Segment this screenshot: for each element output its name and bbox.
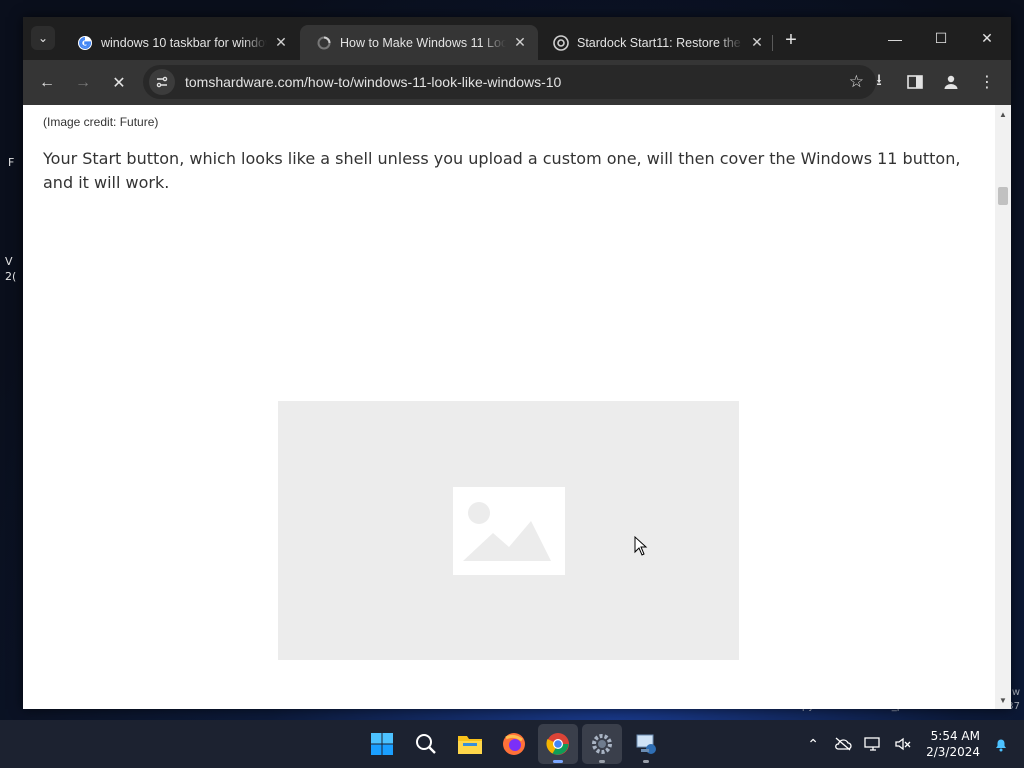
menu-button[interactable]: ⋮ — [971, 66, 1003, 98]
firefox-icon — [503, 733, 525, 755]
download-icon: ⭳ — [876, 71, 882, 89]
side-panel-icon — [907, 75, 923, 89]
running-indicator — [553, 760, 563, 763]
browser-toolbar: ← → ✕ tomshardware.com/how-to/windows-11… — [23, 60, 1011, 105]
chrome-taskbar-button[interactable] — [538, 724, 578, 764]
stop-loading-button[interactable]: ✕ — [103, 67, 135, 99]
notifications-button[interactable] — [986, 729, 1016, 759]
minimize-icon: — — [888, 30, 902, 47]
tab-strip: ⌄ windows 10 taskbar for windows 11 ✕ Ho… — [23, 17, 1011, 60]
firefox-button[interactable] — [494, 724, 534, 764]
minimize-button[interactable]: — — [872, 17, 918, 60]
mouse-cursor-icon — [634, 536, 648, 556]
start-button[interactable] — [362, 724, 402, 764]
network-tool-button[interactable] — [626, 724, 666, 764]
volume-button[interactable] — [888, 729, 918, 759]
more-vertical-icon: ⋮ — [979, 74, 995, 91]
running-indicator — [599, 760, 605, 763]
close-icon[interactable]: ✕ — [749, 34, 765, 51]
desktop-text-fragment: F — [8, 156, 15, 169]
tab-separator — [772, 35, 773, 51]
desktop-text-fragment: 2( — [5, 270, 17, 283]
browser-window: ⌄ windows 10 taskbar for windows 11 ✕ Ho… — [23, 17, 1011, 709]
chevron-down-icon: ⌄ — [37, 31, 49, 45]
bookmark-star-icon[interactable]: ☆ — [849, 72, 864, 92]
bell-icon — [996, 739, 1006, 752]
scroll-up-arrow[interactable]: ▲ — [995, 107, 1011, 121]
clock-date: 2/3/2024 — [926, 745, 980, 759]
vertical-scrollbar[interactable]: ▲ ▼ — [995, 105, 1011, 709]
article-paragraph: Your Start button, which looks like a sh… — [43, 149, 961, 192]
close-icon[interactable]: ✕ — [273, 34, 289, 51]
onedrive-button[interactable] — [828, 729, 858, 759]
tab-how-to-make-windows-11[interactable]: How to Make Windows 11 Look Like Windows… — [300, 25, 538, 60]
loading-spinner-icon — [316, 35, 332, 51]
clock-time: 5:54 AM — [930, 729, 980, 743]
maximize-icon: ☐ — [934, 30, 948, 46]
network-icon — [864, 737, 880, 751]
tab-search-button[interactable]: ⌄ — [31, 26, 55, 50]
image-credit: (Image credit: Future) — [43, 115, 159, 129]
cloud-offline-icon — [835, 737, 852, 751]
tab-title: Stardock Start11: Restore the Classic St… — [577, 35, 743, 50]
search-icon — [416, 734, 436, 754]
downloads-button[interactable]: ⭳ — [863, 66, 895, 98]
chrome-icon — [553, 34, 569, 51]
tab-windows-10-taskbar[interactable]: windows 10 taskbar for windows 11 ✕ — [61, 25, 299, 60]
file-explorer-button[interactable] — [450, 724, 490, 764]
folder-icon — [458, 736, 482, 754]
profile-icon — [944, 75, 958, 89]
page-content: (Image credit: Future) Your Start button… — [23, 105, 1011, 709]
settings-gear-icon — [592, 734, 612, 754]
site-info-icon[interactable] — [149, 69, 175, 95]
close-icon[interactable]: ✕ — [512, 34, 528, 51]
forward-button[interactable]: → — [67, 67, 99, 99]
volume-muted-icon — [895, 737, 911, 751]
close-window-button[interactable]: ✕ — [964, 17, 1010, 60]
new-tab-button[interactable]: + — [779, 28, 803, 52]
network-tool-icon — [636, 734, 656, 754]
windows-start-icon — [371, 733, 393, 755]
scroll-down-arrow[interactable]: ▼ — [995, 693, 1011, 707]
plus-icon: + — [785, 28, 797, 51]
close-icon: ✕ — [112, 74, 126, 92]
article-image-placeholder — [278, 401, 739, 660]
taskbar: ⌃ 5:54 AM 2/3/2024 — [0, 720, 1024, 768]
chevron-up-icon: ⌃ — [807, 735, 819, 752]
network-status-button[interactable] — [858, 729, 888, 759]
scrollbar-thumb[interactable] — [998, 187, 1008, 205]
image-placeholder-icon — [452, 486, 565, 575]
arrow-left-icon: ← — [39, 73, 55, 91]
back-button[interactable]: ← — [31, 67, 63, 99]
show-hidden-icons-button[interactable]: ⌃ — [798, 729, 828, 759]
desktop-text-fragment: V — [5, 255, 13, 268]
taskbar-search-button[interactable] — [406, 724, 446, 764]
url-text: tomshardware.com/how-to/windows-11-look-… — [185, 74, 562, 90]
tab-title: How to Make Windows 11 Look Like Windows… — [340, 35, 506, 50]
tab-stardock-start11[interactable]: Stardock Start11: Restore the Classic St… — [537, 25, 775, 60]
running-indicator — [643, 760, 649, 763]
address-bar[interactable]: tomshardware.com/how-to/windows-11-look-… — [143, 65, 876, 99]
google-icon — [77, 35, 93, 51]
chrome-icon — [546, 733, 569, 755]
maximize-button[interactable]: ☐ — [918, 17, 964, 60]
close-icon: ✕ — [981, 30, 993, 46]
tab-title: windows 10 taskbar for windows 11 — [101, 35, 267, 50]
settings-button[interactable] — [582, 724, 622, 764]
taskbar-clock[interactable]: 5:54 AM 2/3/2024 — [926, 728, 980, 760]
side-panel-button[interactable] — [899, 66, 931, 98]
arrow-right-icon: → — [75, 73, 91, 91]
profile-button[interactable] — [935, 66, 967, 98]
system-tray: ⌃ 5:54 AM 2/3/2024 — [798, 720, 1024, 768]
